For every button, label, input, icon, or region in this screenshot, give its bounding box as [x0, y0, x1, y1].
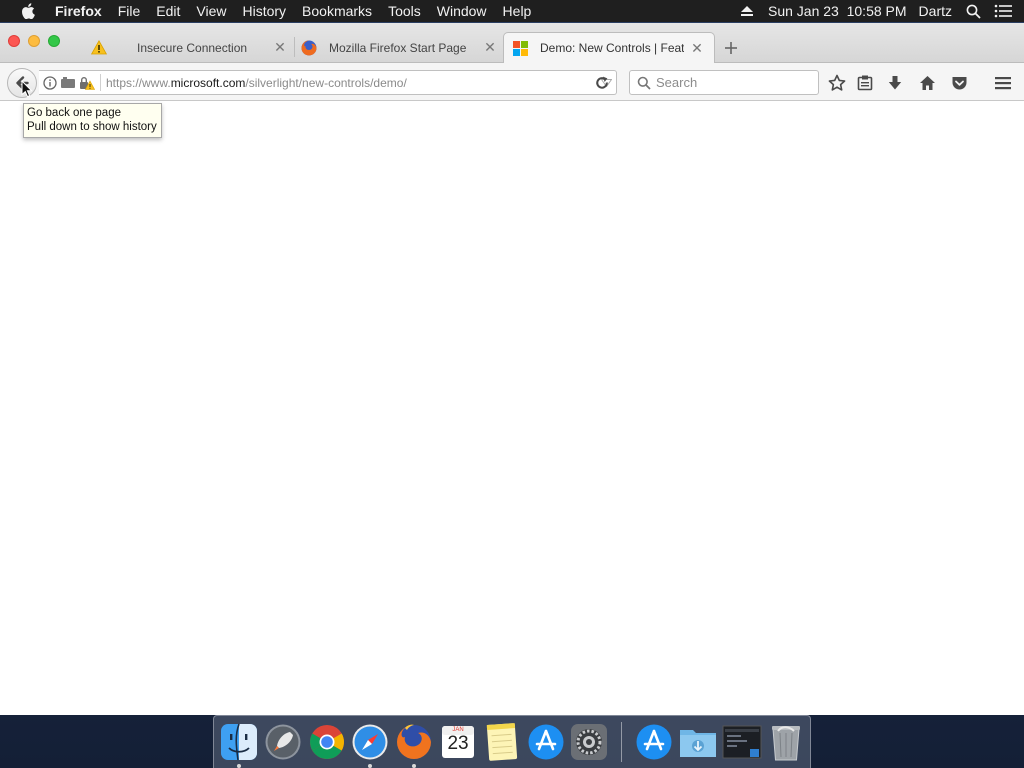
bookmark-star-button[interactable]	[826, 72, 848, 94]
menu-history[interactable]: History	[234, 3, 294, 19]
close-icon[interactable]: ✕	[690, 40, 704, 56]
menu-bar: Firefox File Edit View History Bookmarks…	[0, 0, 1024, 22]
menu-firefox[interactable]: Firefox	[46, 3, 110, 19]
pocket-icon	[952, 77, 966, 90]
close-icon[interactable]: ✕	[483, 39, 497, 55]
running-indicator	[368, 764, 373, 768]
tab-title: Insecure Connection	[137, 40, 248, 55]
new-tab-button[interactable]	[722, 39, 740, 57]
bookmarks-list-icon	[857, 75, 873, 91]
star-icon	[828, 74, 846, 91]
menu-user[interactable]: Dartz	[919, 3, 952, 19]
downloads-button[interactable]	[884, 72, 906, 94]
plus-icon	[725, 42, 737, 54]
download-arrow-icon	[888, 76, 902, 90]
home-button[interactable]	[916, 72, 938, 94]
tab-insecure-connection[interactable]: Insecure Connection ✕	[91, 32, 287, 63]
window-maximize-button[interactable]	[48, 35, 60, 47]
notes-icon[interactable]	[482, 722, 522, 762]
hamburger-menu-icon	[995, 77, 1011, 90]
reload-button[interactable]	[589, 71, 615, 94]
spotlight-search-icon[interactable]	[964, 2, 982, 20]
pocket-button[interactable]	[948, 72, 970, 94]
search-bar[interactable]	[629, 70, 819, 95]
notification-center-icon[interactable]	[994, 2, 1012, 20]
url-domain: microsoft.com	[170, 75, 246, 90]
menu-bookmarks[interactable]: Bookmarks	[294, 3, 380, 19]
calendar-icon[interactable]: JAN 23	[438, 722, 478, 762]
launchpad-icon[interactable]	[263, 722, 303, 762]
tooltip-line: Go back one page	[27, 107, 121, 119]
tab-separator	[294, 37, 295, 57]
dock: JAN 23	[213, 715, 811, 768]
apple-menu-icon[interactable]	[19, 2, 37, 20]
tab-strip: Insecure Connection ✕ Mozilla Firefox St…	[0, 23, 1024, 63]
eject-icon[interactable]	[738, 2, 756, 20]
screenshot-thumbnail-icon[interactable]	[722, 722, 762, 762]
menu-help[interactable]: Help	[495, 3, 540, 19]
menu-tools[interactable]: Tools	[380, 3, 429, 19]
firefox-icon	[301, 40, 317, 56]
microsoft-icon	[512, 40, 528, 56]
open-menu-button[interactable]	[992, 72, 1014, 94]
url-path: /silverlight/new-controls/demo/	[245, 75, 407, 90]
menu-bar-status-area: Sun Jan 23 10:58 PM Dartz	[726, 0, 1024, 22]
url-bar[interactable]: https://www.microsoft.com/silverlight/ne…	[39, 70, 617, 95]
insecure-lock-icon[interactable]	[79, 76, 95, 90]
reload-icon	[596, 76, 608, 89]
tab-demo-new-controls[interactable]: Demo: New Controls | Feat... ✕	[503, 32, 715, 63]
system-preferences-icon[interactable]	[570, 722, 610, 762]
menu-edit[interactable]: Edit	[148, 3, 188, 19]
tooltip-line: Pull down to show history	[27, 121, 157, 133]
url-prefix: https://www.	[106, 75, 171, 90]
tab-mozilla-start-page[interactable]: Mozilla Firefox Start Page ✕	[301, 32, 497, 63]
url-text[interactable]: https://www.microsoft.com/silverlight/ne…	[106, 76, 598, 90]
safari-icon[interactable]	[350, 722, 390, 768]
warning-icon	[91, 40, 107, 56]
search-icon[interactable]	[634, 76, 654, 90]
window-close-button[interactable]	[8, 35, 20, 47]
plugin-icon[interactable]	[60, 76, 76, 89]
downloads-folder-icon[interactable]	[678, 722, 718, 762]
divider	[100, 74, 101, 91]
finder-icon[interactable]	[219, 722, 259, 768]
info-icon[interactable]	[43, 75, 57, 90]
menu-file[interactable]: File	[110, 3, 149, 19]
search-input[interactable]	[656, 75, 806, 90]
back-button-tooltip: Go back one page Pull down to show histo…	[23, 103, 162, 138]
running-indicator	[412, 764, 417, 768]
running-indicator	[237, 764, 241, 768]
menu-view[interactable]: View	[188, 3, 234, 19]
navigation-toolbar: https://www.microsoft.com/silverlight/ne…	[0, 63, 1024, 101]
bookmarks-menu-button[interactable]	[854, 72, 876, 94]
chrome-icon[interactable]	[307, 722, 347, 762]
app-store-download-icon[interactable]	[634, 722, 674, 762]
mouse-cursor-icon	[21, 80, 33, 98]
close-icon[interactable]: ✕	[273, 39, 287, 55]
app-store-icon[interactable]	[526, 722, 566, 762]
menu-clock[interactable]: Sun Jan 23 10:58 PM	[768, 3, 907, 19]
tab-title: Mozilla Firefox Start Page	[329, 40, 467, 55]
tab-title: Demo: New Controls | Feat...	[540, 41, 684, 55]
home-icon	[919, 76, 935, 90]
firefox-icon[interactable]	[394, 722, 434, 768]
site-identity-area[interactable]	[39, 71, 98, 94]
calendar-day: 23	[447, 733, 469, 754]
menu-window[interactable]: Window	[429, 3, 495, 19]
window-minimize-button[interactable]	[28, 35, 40, 47]
page-content-area[interactable]	[0, 102, 1024, 715]
dock-separator	[621, 722, 623, 762]
trash-icon[interactable]	[766, 722, 806, 762]
